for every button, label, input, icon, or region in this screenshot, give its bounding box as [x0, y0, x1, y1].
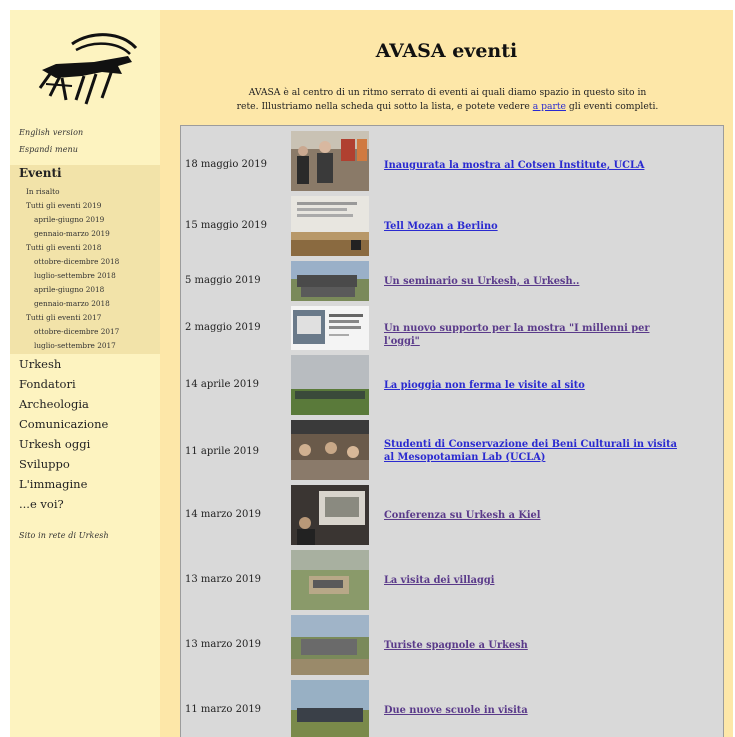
- event-thumbnail[interactable]: [291, 485, 369, 545]
- main-content: AVASA eventi AVASA è al centro di un rit…: [160, 10, 733, 737]
- event-row: 14 aprile 2019 La pioggia non ferma le v…: [181, 353, 723, 417]
- photo-seminar-icon: [291, 261, 369, 301]
- page-title: AVASA eventi: [375, 40, 518, 62]
- nav-sub-2019-q2[interactable]: aprile-giugno 2019: [34, 215, 104, 224]
- event-link-supporto-mostra[interactable]: Un nuovo supporto per la mostra "I mille…: [384, 322, 684, 348]
- intro-text: AVASA è al centro di un ritmo serrato di…: [200, 86, 695, 114]
- nav-sub-in-risalto[interactable]: In risalto: [26, 187, 59, 196]
- event-row: 11 aprile 2019 Studenti di Conservazione…: [181, 418, 723, 482]
- nav-item-archeologia[interactable]: Archeologia: [19, 397, 89, 411]
- events-list-panel: 18 maggio 2019 Inaugurata la mostra al C…: [180, 125, 724, 737]
- event-date: 2 maggio 2019: [185, 322, 261, 333]
- expand-menu-link[interactable]: Espandi menu: [19, 145, 78, 154]
- event-thumbnail[interactable]: [291, 261, 369, 301]
- event-date: 11 aprile 2019: [185, 446, 259, 457]
- urkesh-network-link[interactable]: Sito in rete di Urkesh: [19, 531, 109, 540]
- event-link-seminario[interactable]: Un seminario su Urkesh, a Urkesh..: [384, 275, 684, 288]
- nav-item-urkesh-oggi[interactable]: Urkesh oggi: [19, 437, 90, 451]
- ibex-logo-icon: [38, 33, 138, 105]
- photo-conference-icon: [291, 485, 369, 545]
- nav-item-sviluppo[interactable]: Sviluppo: [19, 457, 70, 471]
- event-link-villaggi[interactable]: La visita dei villaggi: [384, 574, 684, 587]
- event-date: 15 maggio 2019: [185, 220, 267, 231]
- photo-berlin-icon: [291, 196, 369, 256]
- event-thumbnail[interactable]: [291, 420, 369, 480]
- event-row: 13 marzo 2019 La visita dei villaggi: [181, 548, 723, 612]
- nav-sub-2018-q2[interactable]: aprile-giugno 2018: [34, 285, 104, 294]
- sidebar: English version Espandi menu Eventi In r…: [10, 10, 160, 737]
- event-thumbnail[interactable]: [291, 131, 369, 191]
- nav-sub-2017-q3[interactable]: luglio-settembre 2017: [34, 341, 116, 350]
- page-frame: English version Espandi menu Eventi In r…: [10, 10, 733, 737]
- event-link-kiel[interactable]: Conferenza su Urkesh a Kiel: [384, 509, 684, 522]
- nav-sub-2018-all[interactable]: Tutti gli eventi 2018: [26, 243, 101, 252]
- event-thumbnail[interactable]: [291, 615, 369, 675]
- english-version-link[interactable]: English version: [19, 128, 83, 137]
- event-thumbnail[interactable]: [291, 306, 369, 350]
- nav-section-eventi[interactable]: Eventi: [19, 166, 62, 180]
- event-row: 18 maggio 2019 Inaugurata la mostra al C…: [181, 129, 723, 193]
- intro-line-1: AVASA è al centro di un ritmo serrato di…: [248, 87, 647, 98]
- photo-tourists-icon: [291, 615, 369, 675]
- photo-exhibition-icon: [291, 131, 369, 191]
- nav-sub-2018-q3[interactable]: luglio-settembre 2018: [34, 271, 116, 280]
- event-link-pioggia[interactable]: La pioggia non ferma le visite al sito: [384, 379, 684, 392]
- nav-item-comunicazione[interactable]: Comunicazione: [19, 417, 108, 431]
- event-link-turiste[interactable]: Turiste spagnole a Urkesh: [384, 639, 684, 652]
- event-row: 2 maggio 2019 Un nuovo supporto per la m…: [181, 304, 723, 352]
- event-row: 5 maggio 2019 Un seminario su Urkesh, a …: [181, 259, 723, 303]
- separate-events-link[interactable]: a parte: [533, 101, 566, 112]
- event-row: 15 maggio 2019 Tell Mozan a Berlino: [181, 194, 723, 258]
- photo-rain-visit-icon: [291, 355, 369, 415]
- event-thumbnail[interactable]: [291, 355, 369, 415]
- intro-line-2-start: rete. Illustriamo nella scheda qui sotto…: [236, 101, 530, 112]
- event-row: 11 marzo 2019 Due nuove scuole in visita: [181, 678, 723, 737]
- intro-line-2-end: gli eventi completi.: [568, 101, 659, 112]
- event-date: 11 marzo 2019: [185, 704, 262, 715]
- nav-sub-2017-q4[interactable]: ottobre-dicembre 2017: [34, 327, 119, 336]
- nav-sub-2018-q4[interactable]: ottobre-dicembre 2018: [34, 257, 119, 266]
- nav-sub-2019-q1[interactable]: gennaio-marzo 2019: [34, 229, 110, 238]
- event-date: 14 aprile 2019: [185, 379, 259, 390]
- event-link-scuole[interactable]: Due nuove scuole in visita: [384, 704, 684, 717]
- nav-sub-2017-all[interactable]: Tutti gli eventi 2017: [26, 313, 101, 322]
- event-date: 13 marzo 2019: [185, 574, 262, 585]
- event-link-berlino[interactable]: Tell Mozan a Berlino: [384, 220, 684, 233]
- nav-item-fondatori[interactable]: Fondatori: [19, 377, 76, 391]
- event-row: 13 marzo 2019 Turiste spagnole a Urkesh: [181, 613, 723, 677]
- event-thumbnail[interactable]: [291, 196, 369, 256]
- photo-villages-icon: [291, 550, 369, 610]
- photo-schools-icon: [291, 680, 369, 737]
- event-date: 5 maggio 2019: [185, 275, 261, 286]
- event-link-studenti-conservazione[interactable]: Studenti di Conservazione dei Beni Cultu…: [384, 438, 684, 464]
- event-thumbnail[interactable]: [291, 550, 369, 610]
- photo-cst-logo-icon: [291, 306, 369, 350]
- nav-item-urkesh[interactable]: Urkesh: [19, 357, 61, 371]
- nav-sub-2018-q1[interactable]: gennaio-marzo 2018: [34, 299, 110, 308]
- event-date: 14 marzo 2019: [185, 509, 262, 520]
- nav-item-immagine[interactable]: L'immagine: [19, 477, 87, 491]
- event-row: 14 marzo 2019 Conferenza su Urkesh a Kie…: [181, 483, 723, 547]
- event-date: 18 maggio 2019: [185, 159, 267, 170]
- nav-item-e-voi[interactable]: ...e voi?: [19, 497, 64, 511]
- photo-students-lab-icon: [291, 420, 369, 480]
- nav-sub-2019-all[interactable]: Tutti gli eventi 2019: [26, 201, 101, 210]
- event-link-cotsen[interactable]: Inaugurata la mostra al Cotsen Institute…: [384, 159, 684, 172]
- event-thumbnail[interactable]: [291, 680, 369, 737]
- logo[interactable]: [32, 26, 142, 111]
- event-date: 13 marzo 2019: [185, 639, 262, 650]
